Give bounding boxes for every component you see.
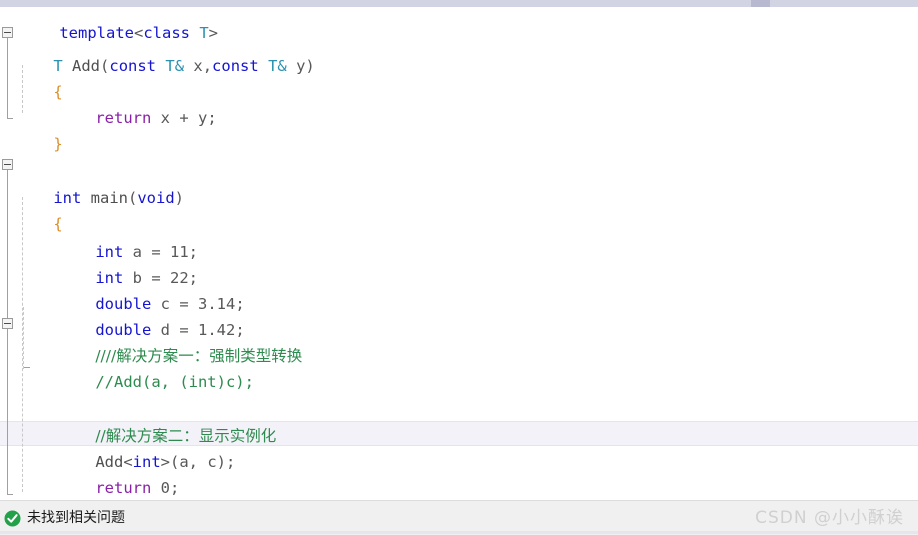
code-line-template[interactable]: template<class T> xyxy=(0,7,218,42)
code-line-comment-cast-call[interactable]: //Add(a, (int)c); xyxy=(0,343,254,391)
code-editor[interactable]: template<class T> T Add(const T& x,const… xyxy=(0,7,918,500)
token-keyword-return-1: return xyxy=(95,109,152,127)
code-line-return-sum[interactable]: return x + y; xyxy=(0,79,216,127)
token-function-name-add: Add xyxy=(72,57,101,75)
code-line-decl-b[interactable]: int b = 22; xyxy=(0,239,198,287)
token-type-Tref-2: T& xyxy=(268,57,287,75)
status-message: 未找到相关问题 xyxy=(27,510,125,526)
token-param-y: y) xyxy=(286,57,315,75)
code-line-main-open-brace[interactable]: { xyxy=(0,185,62,233)
token-brace-close-add: } xyxy=(53,135,63,153)
code-line-decl-c[interactable]: double c = 3.14; xyxy=(0,265,244,313)
token-punct-paren-open-2: ( xyxy=(128,189,138,207)
token-space-2 xyxy=(156,57,165,75)
csdn-watermark: CSDN @小小酥诶 xyxy=(755,508,904,528)
code-line-add-open-brace[interactable]: { xyxy=(0,53,62,101)
code-line-main-close-brace[interactable]: } xyxy=(0,475,63,500)
token-call-args: (a, c); xyxy=(170,453,236,471)
token-expression-sum: x + y; xyxy=(151,109,217,127)
token-value-zero: 0; xyxy=(151,479,180,497)
code-line-add-close-brace[interactable]: } xyxy=(0,105,62,153)
code-line-decl-a[interactable]: int a = 11; xyxy=(0,213,198,261)
token-keyword-const-2: const xyxy=(212,57,259,75)
token-keyword-return-2: return xyxy=(95,479,152,497)
code-line-explicit-instantiation[interactable]: Add<int>(a, c); xyxy=(0,423,235,471)
code-line-comment-solution-two[interactable]: //解决方案二：显示实例化 xyxy=(0,397,276,445)
token-keyword-void: void xyxy=(137,189,175,207)
code-line-comment-solution-one[interactable]: ////解决方案一：强制类型转换 xyxy=(0,317,302,365)
status-bar: 未找到相关问题 CSDN @小小酥诶 xyxy=(0,500,918,535)
token-space-1 xyxy=(63,57,72,75)
token-param-x: x, xyxy=(184,57,213,75)
scrollbar-thumb[interactable] xyxy=(751,0,770,7)
token-function-name-main: main xyxy=(90,189,128,207)
horizontal-scrollbar[interactable] xyxy=(0,0,918,7)
code-line-main-signature[interactable]: int main(void) xyxy=(0,159,184,207)
token-punct-paren-open: ( xyxy=(100,57,110,75)
token-type-Tref-1: T& xyxy=(165,57,185,75)
scrollbar-track[interactable] xyxy=(0,0,918,7)
code-line-return-zero[interactable]: return 0; xyxy=(0,449,179,497)
token-keyword-const-1: const xyxy=(109,57,157,75)
token-space-4 xyxy=(81,189,90,207)
code-line-decl-d[interactable]: double d = 1.42; xyxy=(0,291,244,339)
token-punct-paren-close-2: ) xyxy=(174,189,185,207)
code-line-add-signature[interactable]: T Add(const T& x,const T& y) xyxy=(0,27,314,75)
token-space-3 xyxy=(259,57,268,75)
token-comment-cast-call: //Add(a, (int)c); xyxy=(95,373,254,391)
success-check-icon xyxy=(4,510,21,527)
